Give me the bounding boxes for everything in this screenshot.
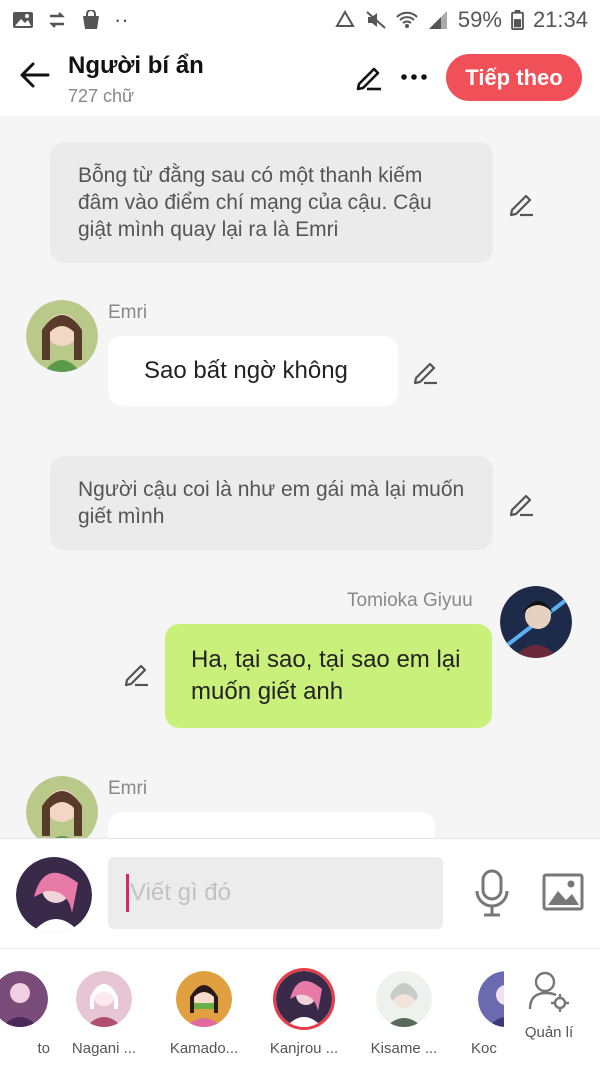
recycle-icon (335, 10, 355, 27)
mute-icon (366, 11, 386, 29)
message-bubble[interactable]: Ha, tại sao, tại sao em lại muốn giết an… (165, 624, 492, 728)
image-upload-icon[interactable] (542, 873, 584, 911)
message-bubble[interactable] (108, 812, 435, 838)
character-item[interactable]: Kisame ... (354, 971, 454, 1057)
text-cursor (126, 874, 129, 912)
bag-icon (83, 10, 99, 29)
input-bar (0, 838, 600, 948)
character-item[interactable]: Kanjrou ... (254, 971, 354, 1057)
image-icon (13, 12, 33, 28)
character-avatar (0, 971, 48, 1027)
avatar[interactable] (26, 300, 98, 372)
narration-message[interactable]: Bỗng từ đằng sau có một thanh kiếm đâm v… (50, 142, 493, 263)
chat-area[interactable]: Bỗng từ đằng sau có một thanh kiếm đâm v… (0, 116, 600, 838)
edit-pencil-icon[interactable] (508, 490, 536, 518)
narration-message[interactable]: Người cậu coi là như em gái mà lại muốn … (50, 456, 493, 550)
character-label: Kanjrou ... (269, 1040, 339, 1057)
character-avatar (478, 971, 504, 1027)
character-item[interactable]: Kamado... (154, 971, 254, 1057)
character-label: Koc (471, 1040, 497, 1057)
character-avatar (376, 971, 432, 1027)
chat-header: Người bí ẩn 727 chữ Tiếp theo (0, 40, 600, 116)
current-character-avatar[interactable] (16, 857, 92, 933)
battery-percent: 59% (457, 7, 502, 32)
microphone-icon[interactable] (474, 869, 510, 917)
back-arrow-icon[interactable] (18, 58, 52, 92)
signal-icon (428, 11, 447, 29)
edit-pencil-icon[interactable] (123, 660, 151, 688)
edit-pencil-icon[interactable] (412, 358, 440, 386)
character-avatar (176, 971, 232, 1027)
status-bar: ·· 59% 21:34 (0, 0, 600, 40)
transfer-icon (49, 12, 65, 28)
character-item[interactable]: Nagani ... (54, 971, 154, 1057)
character-avatar (76, 971, 132, 1027)
sender-name: Emri (108, 778, 148, 799)
character-strip: to Nagani ... Kamado... Kanjrou ... Kisa… (0, 948, 600, 1067)
next-button[interactable]: Tiếp theo (446, 54, 582, 101)
battery-icon (511, 10, 524, 30)
sender-name: Tomioka Giyuu (347, 590, 473, 611)
character-avatar (276, 971, 332, 1027)
character-label: Kamado... (169, 1040, 239, 1057)
edit-pencil-icon[interactable] (508, 190, 536, 218)
story-title: Người bí ẩn (68, 52, 204, 79)
manage-characters-button[interactable]: Quản lí (518, 969, 580, 1041)
sender-name: Emri (108, 302, 148, 323)
manage-label: Quản lí (524, 1024, 574, 1041)
avatar[interactable] (26, 776, 98, 838)
character-item[interactable]: Koc (444, 971, 504, 1057)
avatar[interactable] (500, 586, 572, 658)
edit-pencil-icon[interactable] (354, 62, 384, 92)
user-settings-icon (528, 971, 569, 1012)
character-label: Nagani ... (71, 1040, 137, 1057)
more-options-icon[interactable] (400, 62, 428, 92)
more-dots-icon: ·· (114, 7, 129, 32)
clock: 21:34 (532, 7, 588, 32)
word-count: 727 chữ (68, 86, 135, 106)
wifi-icon (396, 11, 418, 28)
message-input[interactable] (108, 857, 443, 929)
character-label: Kisame ... (370, 1040, 438, 1057)
message-bubble[interactable]: Sao bất ngờ không (108, 336, 398, 406)
